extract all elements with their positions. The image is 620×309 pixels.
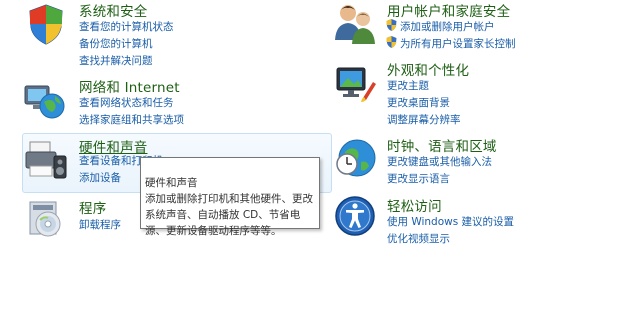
- ease-title[interactable]: 轻松访问: [387, 195, 442, 215]
- users-title[interactable]: 用户帐户和家庭安全: [387, 0, 510, 20]
- link-change-display-language[interactable]: 更改显示语言: [387, 171, 450, 186]
- link-add-device[interactable]: 添加设备: [79, 170, 121, 185]
- uac-shield-icon: [386, 36, 397, 48]
- link-change-desktop-background[interactable]: 更改桌面背景: [387, 95, 450, 110]
- link-change-keyboard[interactable]: 更改键盘或其他输入法: [387, 154, 492, 169]
- link-view-network-status[interactable]: 查看网络状态和任务: [79, 95, 174, 110]
- uac-shield-icon: [386, 19, 397, 31]
- clock-title[interactable]: 时钟、语言和区域: [387, 135, 497, 155]
- printer-speaker-icon[interactable]: [24, 138, 68, 182]
- hardware-tooltip: 硬件和声音添加或删除打印机和其他硬件、更改系统声音、自动播放 CD、节省电源、更…: [140, 157, 320, 237]
- link-windows-recommended-settings[interactable]: 使用 Windows 建议的设置: [387, 214, 514, 229]
- link-parental-controls[interactable]: 为所有用户设置家长控制: [400, 36, 516, 51]
- link-uninstall-program[interactable]: 卸载程序: [79, 217, 121, 232]
- link-adjust-resolution[interactable]: 调整屏幕分辨率: [387, 112, 461, 127]
- network-globe-icon[interactable]: [22, 78, 66, 122]
- programs-title[interactable]: 程序: [79, 197, 106, 217]
- clock-globe-icon[interactable]: [333, 134, 377, 178]
- tooltip-body: 添加或删除打印机和其他硬件、更改系统声音、自动播放 CD、节省电源、更新设备驱动…: [145, 193, 313, 237]
- link-find-fix-problems[interactable]: 查找并解决问题: [79, 53, 153, 68]
- link-homegroup-sharing[interactable]: 选择家庭组和共享选项: [79, 112, 184, 127]
- link-change-theme[interactable]: 更改主题: [387, 78, 429, 93]
- programs-disc-icon[interactable]: [24, 196, 68, 240]
- monitor-paint-icon[interactable]: [333, 62, 377, 106]
- users-icon[interactable]: [333, 2, 377, 46]
- network-title[interactable]: 网络和 Internet: [79, 76, 180, 96]
- system-security-title[interactable]: 系统和安全: [79, 0, 148, 20]
- link-backup-computer[interactable]: 备份您的计算机: [79, 36, 153, 51]
- appearance-title[interactable]: 外观和个性化: [387, 59, 469, 79]
- link-add-remove-accounts[interactable]: 添加或删除用户帐户: [400, 19, 495, 34]
- link-optimize-visual-display[interactable]: 优化视频显示: [387, 231, 450, 246]
- shield-flag-icon[interactable]: [24, 2, 68, 46]
- link-view-computer-status[interactable]: 查看您的计算机状态: [79, 19, 174, 34]
- tooltip-title: 硬件和声音: [145, 177, 198, 189]
- ease-of-access-icon[interactable]: [333, 194, 377, 238]
